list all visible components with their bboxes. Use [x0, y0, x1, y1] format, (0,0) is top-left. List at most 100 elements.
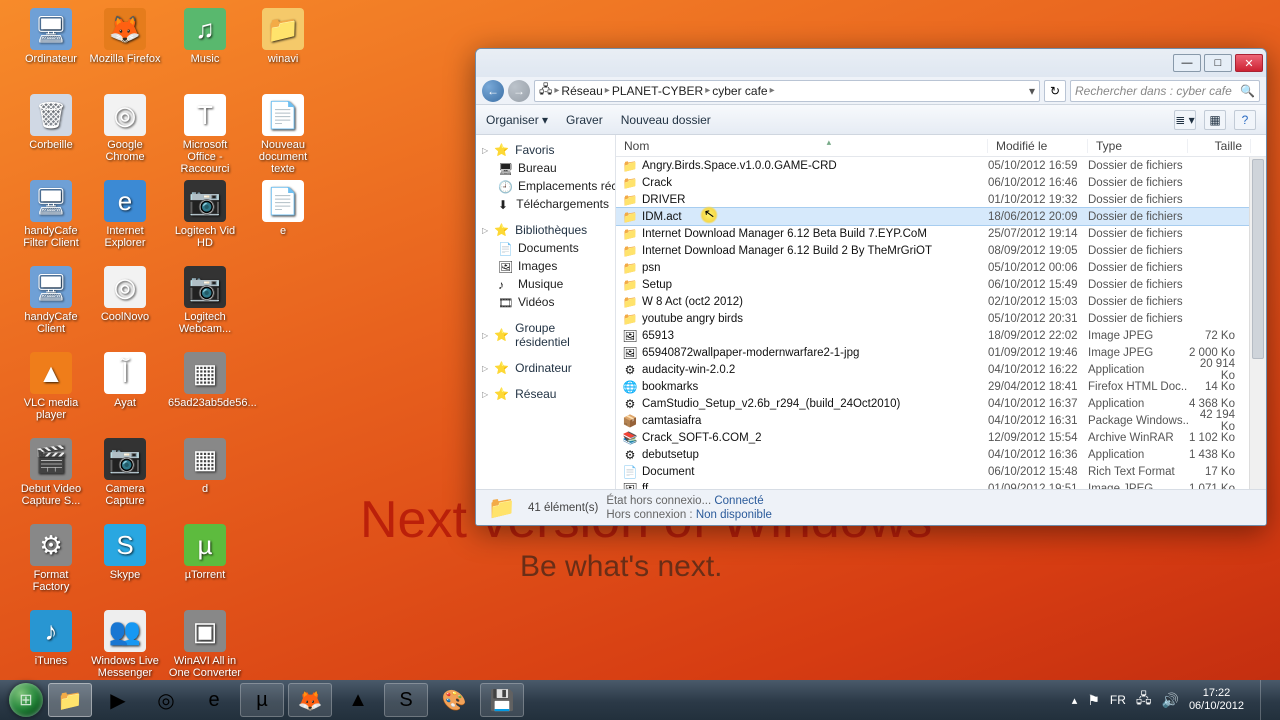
taskbar-pin-utorrent[interactable]: µ	[240, 683, 284, 717]
file-row[interactable]: 📁IDM.act18/06/2012 20:09Dossier de fichi…	[616, 208, 1266, 225]
nav-item[interactable]: 📄Documents	[476, 239, 615, 257]
dropdown-icon[interactable]: ▾	[1029, 84, 1035, 98]
nav-item[interactable]: 🖥Bureau	[476, 159, 615, 177]
file-row[interactable]: ⚙debutsetup04/10/2012 16:36Application1 …	[616, 446, 1266, 463]
scrollbar-thumb[interactable]	[1252, 159, 1264, 359]
taskbar[interactable]: 📁▶◎eµ🦊▲S🎨💾 ▴ ⚑ FR 🖧 🔊 17:22 06/10/2012	[0, 680, 1280, 720]
search-input[interactable]: Rechercher dans : cyber cafe 🔍	[1070, 80, 1260, 102]
desktop-icon[interactable]: eInternet Explorer	[88, 180, 162, 249]
file-pane[interactable]: Nom Modifié le Type Taille 📁Angry.Birds.…	[616, 135, 1266, 489]
taskbar-pin-explorer[interactable]: 📁	[48, 683, 92, 717]
preview-pane-button[interactable]: ▦	[1204, 110, 1226, 130]
desktop-icon[interactable]: µµTorrent	[168, 524, 242, 581]
file-row[interactable]: 📦camtasiafra04/10/2012 16:31Package Wind…	[616, 412, 1266, 429]
desktop-icon[interactable]: 📷Camera Capture	[88, 438, 162, 507]
col-size[interactable]: Taille	[1188, 139, 1251, 153]
desktop-icon[interactable]: ▣WinAVI All in One Converter	[168, 610, 242, 679]
start-button[interactable]	[6, 680, 46, 720]
nav-item[interactable]: 🕘Emplacements récents	[476, 177, 615, 195]
desktop-icon[interactable]: ⚙Format Factory	[14, 524, 88, 593]
nav-group-head[interactable]: ⭐Groupe résidentiel	[476, 319, 615, 351]
file-row[interactable]: 📁Internet Download Manager 6.12 Build 2 …	[616, 242, 1266, 259]
file-row[interactable]: 📁W 8 Act (oct2 2012)02/10/2012 15:03Doss…	[616, 293, 1266, 310]
file-row[interactable]: 🖼6591318/09/2012 22:02Image JPEG72 Ko	[616, 327, 1266, 344]
taskbar-pin-vlc[interactable]: ▲	[336, 683, 380, 717]
desktop-icon[interactable]: ▦d	[168, 438, 242, 495]
file-row[interactable]: 📚Crack_SOFT-6.COM_212/09/2012 15:54Archi…	[616, 429, 1266, 446]
desktop-icon[interactable]: 🗑Corbeille	[14, 94, 88, 151]
desktop-icon[interactable]: آAyat	[88, 352, 162, 409]
taskbar-pin-wmp[interactable]: ▶	[96, 683, 140, 717]
volume-icon[interactable]: 🔊	[1162, 692, 1179, 709]
taskbar-pin-ie[interactable]: e	[192, 683, 236, 717]
desktop-icon[interactable]: 🖥handyCafe Client	[14, 266, 88, 335]
col-name[interactable]: Nom	[616, 139, 988, 153]
taskbar-pin-firefox[interactable]: 🦊	[288, 683, 332, 717]
desktop-icon[interactable]: ▦65ad23ab5de56...	[168, 352, 242, 409]
tray-up-icon[interactable]: ▴	[1072, 694, 1078, 707]
system-tray[interactable]: ▴ ⚑ FR 🖧 🔊 17:22 06/10/2012	[1072, 680, 1274, 720]
file-row[interactable]: 📁Internet Download Manager 6.12 Beta Bui…	[616, 225, 1266, 242]
desktop-icon[interactable]: 🎬Debut Video Capture S...	[14, 438, 88, 507]
refresh-button[interactable]: ↻	[1044, 80, 1066, 102]
nav-group-head[interactable]: ⭐Favoris	[476, 141, 615, 159]
minimize-button[interactable]: —	[1173, 54, 1201, 72]
new-folder-button[interactable]: Nouveau dossier	[621, 113, 711, 127]
file-row[interactable]: 📁psn05/10/2012 00:06Dossier de fichiers	[616, 259, 1266, 276]
desktop-icon[interactable]: 📄e	[246, 180, 320, 237]
file-row[interactable]: 🖼ff01/09/2012 19:51Image JPEG1 071 Ko	[616, 480, 1266, 489]
file-row[interactable]: 📁youtube angry birds05/10/2012 20:31Doss…	[616, 310, 1266, 327]
back-button[interactable]: ←	[482, 80, 504, 102]
taskbar-pin-paint[interactable]: 🎨	[432, 683, 476, 717]
desktop-icon[interactable]: 👥Windows Live Messenger	[88, 610, 162, 679]
explorer-window[interactable]: — □ ✕ ← → 🖧 ▸ Réseau ▸ PLANET-CYBER ▸ cy…	[475, 48, 1267, 526]
desktop-icon[interactable]: ♫Music	[168, 8, 242, 65]
desktop-icon[interactable]: TMicrosoft Office - Raccourci	[168, 94, 242, 175]
desktop-icon[interactable]: 📷Logitech Vid HD	[168, 180, 242, 249]
crumb[interactable]: Réseau	[561, 84, 602, 98]
nav-item[interactable]: ⬇Téléchargements	[476, 195, 615, 213]
nav-pane[interactable]: ⭐Favoris🖥Bureau🕘Emplacements récents⬇Tél…	[476, 135, 616, 489]
file-row[interactable]: 📁Setup06/10/2012 15:49Dossier de fichier…	[616, 276, 1266, 293]
scrollbar[interactable]	[1249, 157, 1266, 489]
taskbar-pin-chrome[interactable]: ◎	[144, 683, 188, 717]
taskbar-pin-save[interactable]: 💾	[480, 683, 524, 717]
forward-button[interactable]: →	[508, 80, 530, 102]
crumb[interactable]: PLANET-CYBER	[612, 84, 703, 98]
column-headers[interactable]: Nom Modifié le Type Taille	[616, 135, 1266, 157]
language-indicator[interactable]: FR	[1110, 693, 1126, 707]
nav-item[interactable]: 🎞Vidéos	[476, 293, 615, 311]
desktop-icon[interactable]: ◎Google Chrome	[88, 94, 162, 163]
file-row[interactable]: 📁DRIVER01/10/2012 19:32Dossier de fichie…	[616, 191, 1266, 208]
file-row[interactable]: 📁Angry.Birds.Space.v1.0.0.GAME-CRD05/10/…	[616, 157, 1266, 174]
file-row[interactable]: ⚙CamStudio_Setup_v2.6b_r294_(build_24Oct…	[616, 395, 1266, 412]
nav-item[interactable]: ♪Musique	[476, 275, 615, 293]
file-row[interactable]: 🌐bookmarks29/04/2012 18:41Firefox HTML D…	[616, 378, 1266, 395]
taskbar-pin-skype[interactable]: S	[384, 683, 428, 717]
close-button[interactable]: ✕	[1235, 54, 1263, 72]
file-row[interactable]: 📁Crack06/10/2012 16:46Dossier de fichier…	[616, 174, 1266, 191]
file-row[interactable]: 📄Document06/10/2012 15:48Rich Text Forma…	[616, 463, 1266, 480]
desktop-icon[interactable]: 📄Nouveau document texte	[246, 94, 320, 175]
desktop-icon[interactable]: SSkype	[88, 524, 162, 581]
nav-item[interactable]: 🖼Images	[476, 257, 615, 275]
col-type[interactable]: Type	[1088, 139, 1188, 153]
col-modified[interactable]: Modifié le	[988, 139, 1088, 153]
desktop-icon[interactable]: ▲VLC media player	[14, 352, 88, 421]
desktop-icon[interactable]: 📁winavi	[246, 8, 320, 65]
clock[interactable]: 17:22 06/10/2012	[1189, 687, 1244, 713]
desktop-icon[interactable]: 📷Logitech Webcam...	[168, 266, 242, 335]
nav-group-head[interactable]: ⭐Réseau	[476, 385, 615, 403]
action-center-icon[interactable]: ⚑	[1087, 692, 1100, 709]
network-icon[interactable]: 🖧	[1136, 688, 1152, 712]
file-row[interactable]: ⚙audacity-win-2.0.204/10/2012 16:22Appli…	[616, 361, 1266, 378]
help-button[interactable]: ?	[1234, 110, 1256, 130]
desktop-icon[interactable]: 🖥Ordinateur	[14, 8, 88, 65]
desktop-icon[interactable]: ♪iTunes	[14, 610, 88, 667]
burn-button[interactable]: Graver	[566, 113, 603, 127]
nav-group-head[interactable]: ⭐Bibliothèques	[476, 221, 615, 239]
file-list[interactable]: 📁Angry.Birds.Space.v1.0.0.GAME-CRD05/10/…	[616, 157, 1266, 489]
organize-button[interactable]: Organiser ▾	[486, 113, 548, 127]
desktop-icon[interactable]: 🖥handyCafe Filter Client	[14, 180, 88, 249]
view-button[interactable]: ≣ ▾	[1174, 110, 1196, 130]
